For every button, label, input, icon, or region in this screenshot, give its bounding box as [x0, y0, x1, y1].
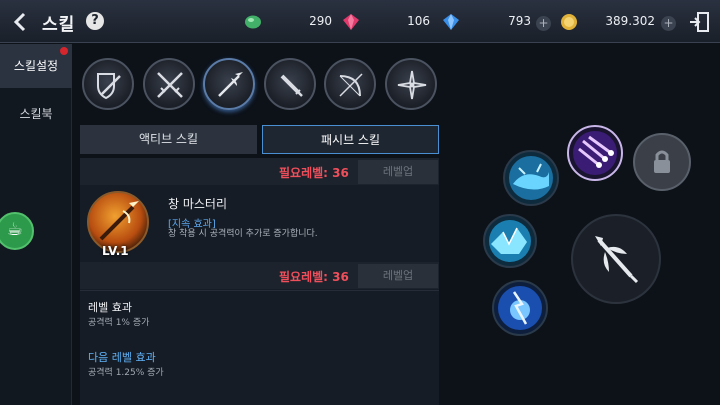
- ice-shards-icon: [483, 214, 537, 268]
- left-nav: 스킬설정 스킬북 ☕: [0, 44, 72, 405]
- currency-gold: 389.302 +: [560, 12, 680, 32]
- tab-active-skill[interactable]: 액티브 스킬: [80, 125, 257, 154]
- whale-splash-icon: [503, 150, 559, 206]
- currency-value: 106: [407, 14, 430, 28]
- tab-passive-skill[interactable]: 패시브 스킬: [262, 125, 439, 154]
- skill-node-ice[interactable]: [483, 214, 537, 268]
- nav-item-skill-book[interactable]: 스킬북: [0, 92, 72, 136]
- currency-value: 290: [309, 14, 332, 28]
- coffee-cup-button[interactable]: ☕: [0, 212, 34, 250]
- flaming-spear-icon: [99, 201, 139, 241]
- required-level-text: 필요레벨: 36: [279, 166, 349, 180]
- notification-dot: [60, 47, 68, 55]
- skill-node-lightning[interactable]: [492, 280, 548, 336]
- currency-red-gem: 106: [342, 12, 430, 32]
- blue-gem-icon: [443, 14, 459, 30]
- exit-door-icon: [690, 12, 709, 32]
- spear-icon: [218, 72, 243, 97]
- skill-level: LV.1: [102, 244, 129, 258]
- bow-icon: [339, 73, 363, 97]
- lightning-orb-icon: [492, 280, 548, 336]
- shuriken-icon: [397, 70, 427, 100]
- lock-icon: [633, 133, 691, 191]
- weapon-bow[interactable]: [324, 58, 376, 110]
- currency-value: 389.302: [605, 14, 655, 28]
- divider: [80, 290, 439, 291]
- currency-green-gem: 290: [244, 12, 332, 32]
- required-level-row: 필요레벨: 36 레벨업: [80, 158, 439, 185]
- weapon-dagger[interactable]: [264, 58, 316, 110]
- coffee-cup-icon: ☕: [6, 219, 24, 240]
- dual-swords-icon: [157, 72, 183, 98]
- skill-description: 창 착용 시 공격력이 추가로 증가합니다.: [168, 229, 318, 239]
- weapon-shuriken[interactable]: [385, 58, 437, 110]
- add-blue-gem-button[interactable]: +: [536, 16, 551, 31]
- chevron-left-icon: [13, 12, 26, 32]
- weapon-dual-swords[interactable]: [143, 58, 195, 110]
- spear-main-icon: [571, 214, 661, 304]
- currency-blue-gem: 793 +: [442, 12, 554, 32]
- skill-detail-panel: 필요레벨: 36 레벨업 LV.1 창 마스터리 [지속 효과] 창 착용 시 …: [80, 158, 439, 405]
- top-bar: 스킬 ? 290 106 793 + 389.302 +: [0, 0, 720, 43]
- help-button[interactable]: ?: [86, 12, 104, 30]
- meteor-purple-icon: [567, 125, 623, 181]
- weapon-selector: [80, 58, 440, 114]
- green-gem-icon: [245, 15, 261, 29]
- skill-name: 창 마스터리: [168, 197, 228, 211]
- skill-node-water[interactable]: [503, 150, 559, 206]
- red-gem-icon: [343, 14, 359, 30]
- exit-button[interactable]: [688, 11, 710, 33]
- next-level-effect-value: 공격력 1.25% 증가: [88, 368, 164, 378]
- level-up-button[interactable]: 레벨업: [358, 160, 438, 184]
- level-up-button[interactable]: 레벨업: [358, 264, 438, 288]
- nav-item-label: 스킬설정: [13, 59, 59, 73]
- next-level-effect-title: 다음 레벨 효과: [88, 351, 156, 364]
- currency-value: 793: [508, 14, 531, 28]
- weapon-shield-sword[interactable]: [82, 58, 134, 110]
- nav-item-skill-settings[interactable]: 스킬설정: [0, 44, 72, 88]
- weapon-spear[interactable]: [203, 58, 255, 110]
- nav-item-label: 스킬북: [19, 107, 53, 121]
- back-button[interactable]: [9, 10, 33, 34]
- dagger-icon: [280, 74, 303, 97]
- shield-sword-icon: [97, 73, 121, 100]
- page-title: 스킬: [42, 15, 76, 35]
- required-level-text: 필요레벨: 36: [279, 270, 349, 284]
- skill-node-locked[interactable]: [633, 133, 691, 191]
- required-level-row: 필요레벨: 36 레벨업: [80, 262, 439, 289]
- add-gold-button[interactable]: +: [661, 16, 676, 31]
- level-effect-title: 레벨 효과: [88, 301, 132, 314]
- gold-coin-icon: [561, 14, 577, 30]
- level-effect-value: 공격력 1% 증가: [88, 318, 150, 328]
- skill-node-meteor[interactable]: [567, 125, 623, 181]
- skill-node-spear-main[interactable]: [571, 214, 661, 304]
